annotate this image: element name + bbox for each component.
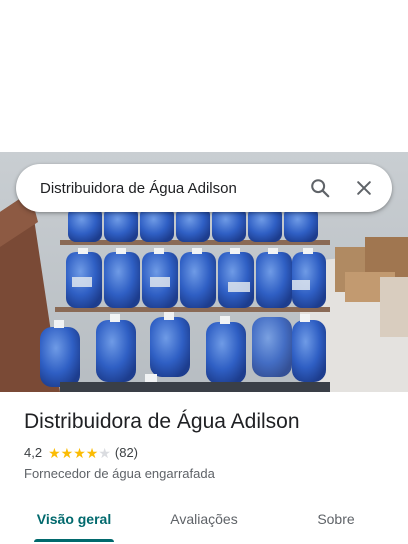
clear-search-button[interactable] <box>342 166 386 210</box>
review-count: (82) <box>114 445 139 460</box>
tab-overview[interactable]: Visão geral <box>24 496 124 542</box>
rating-row[interactable]: 4,2 ★ ★ ★ ★ ★ (82) <box>24 445 138 460</box>
search-input[interactable]: Distribuidora de Água Adilson <box>16 180 298 197</box>
tab-about[interactable]: Sobre <box>286 496 386 542</box>
star-icon: ★ <box>85 444 99 461</box>
star-icon: ★ <box>98 444 111 461</box>
map-area <box>0 0 408 152</box>
star-icon: ★ <box>60 444 74 461</box>
star-icon: ★ <box>48 444 61 461</box>
search-bar[interactable]: Distribuidora de Água Adilson <box>16 164 392 212</box>
place-info-panel: Distribuidora de Água Adilson 4,2 ★ ★ ★ … <box>0 392 408 544</box>
place-tabs: Visão geral Avaliações Sobre <box>0 496 408 544</box>
active-tab-indicator <box>34 539 114 542</box>
close-icon <box>357 181 371 195</box>
rating-value: 4,2 <box>24 445 43 460</box>
place-title: Distribuidora de Água Adilson <box>24 410 300 433</box>
search-icon <box>311 179 330 198</box>
place-category: Fornecedor de água engarrafada <box>24 466 215 481</box>
star-icon: ★ <box>73 444 86 461</box>
rating-stars: ★ ★ ★ ★ ★ <box>48 446 111 460</box>
tab-reviews[interactable]: Avaliações <box>154 496 254 542</box>
search-button[interactable] <box>298 166 342 210</box>
